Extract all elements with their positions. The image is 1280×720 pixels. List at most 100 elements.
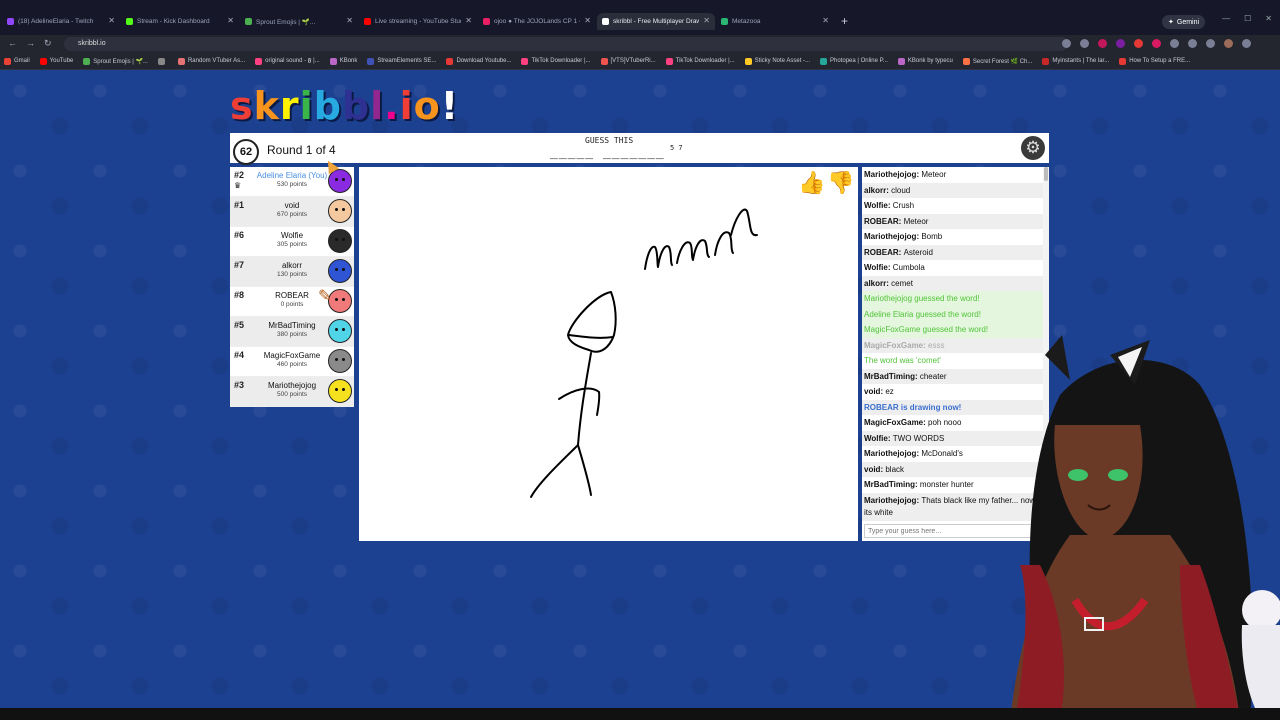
bookmark-item[interactable]: Photopea | Online P... xyxy=(820,57,888,65)
reload-icon[interactable]: ↻ xyxy=(44,38,52,49)
gemini-button[interactable]: ✦ Gemini xyxy=(1162,15,1206,29)
bookmark-label: Download Youtube... xyxy=(456,58,512,64)
bookmark-star-icon[interactable] xyxy=(1080,39,1089,48)
bookmark-item[interactable]: Sprout Emojis | 🌱... xyxy=(83,57,148,65)
browser-tab[interactable]: Live streaming - YouTube Studio ✕ xyxy=(359,13,477,30)
bookmark-item[interactable]: YouTube xyxy=(39,57,73,65)
player-row[interactable]: #8 ROBEAR 0 points xyxy=(230,287,354,317)
chat-username: Mariothejojog xyxy=(864,232,917,241)
bookmark-item[interactable]: TikTok Downloader |... xyxy=(521,57,591,65)
drawing-text-m2 xyxy=(676,239,710,264)
bookmark-favicon-icon xyxy=(665,57,673,65)
logo-letter: . xyxy=(384,84,400,128)
player-row[interactable]: #7 alkorr 130 points xyxy=(230,257,354,287)
bookmark-item[interactable]: Random VTuber As... xyxy=(177,57,245,65)
player-points: 530 points xyxy=(277,181,307,188)
player-row[interactable]: #6 Wolfie 305 points xyxy=(230,227,354,257)
tab-close-icon[interactable]: ✕ xyxy=(822,16,829,25)
chat-username: void xyxy=(864,387,881,396)
browser-tab[interactable]: skribbl - Free Multiplayer Draw ✕ xyxy=(597,13,715,30)
round-indicator: Round 1 of 4 xyxy=(267,143,336,157)
bookmark-favicon-icon xyxy=(446,57,454,65)
extension-icon[interactable] xyxy=(1152,39,1161,48)
player-row[interactable]: #2 Adeline Elaria (You) 530 points ♛ xyxy=(230,167,354,197)
bookmark-item[interactable] xyxy=(157,57,168,65)
tab-favicon-icon xyxy=(602,18,609,25)
tab-close-icon[interactable]: ✕ xyxy=(584,16,591,25)
browser-tab[interactable]: Sprout Emojis | 🌱... ✕ xyxy=(240,13,358,30)
browser-tab[interactable]: ojoo ● The JOJOLands CP 1 ● ✕ xyxy=(478,13,596,30)
bookmark-item[interactable]: How To Setup a FRE... xyxy=(1119,57,1190,65)
bookmark-favicon-icon xyxy=(177,57,185,65)
bookmark-item[interactable]: Myinstants | The lar... xyxy=(1042,57,1109,65)
drawing-strokes xyxy=(530,208,758,498)
player-row[interactable]: #3 Mariothejojog 500 points xyxy=(230,377,354,407)
search-icon[interactable] xyxy=(1062,39,1071,48)
new-tab-button[interactable]: + xyxy=(841,13,848,32)
close-window-icon[interactable]: ✕ xyxy=(1265,14,1272,23)
player-rank: #3 xyxy=(234,380,245,390)
bookmark-favicon-icon xyxy=(4,57,11,65)
chat-text: ez xyxy=(885,387,894,396)
tab-label: Metazooa xyxy=(732,18,761,25)
account-avatar-icon[interactable] xyxy=(1224,39,1233,48)
player-row[interactable]: #4 MagicFoxGame 460 points xyxy=(230,347,354,377)
thumbs-down-button[interactable]: 👎 xyxy=(827,170,854,196)
tab-close-icon[interactable]: ✕ xyxy=(346,16,353,25)
forward-icon[interactable]: → xyxy=(26,38,35,48)
skribbl-logo: skribbl.io! xyxy=(230,84,459,128)
bookmark-item[interactable]: Download Youtube... xyxy=(446,57,512,65)
logo-letter: ! xyxy=(440,84,460,128)
minimize-icon[interactable]: — xyxy=(1222,14,1230,23)
puzzle-icon[interactable] xyxy=(1170,39,1179,48)
extension-icon[interactable] xyxy=(1134,39,1143,48)
tab-close-icon[interactable]: ✕ xyxy=(108,16,115,25)
bookmark-item[interactable]: KBonk xyxy=(329,57,357,65)
chat-text: black xyxy=(885,464,905,474)
tab-close-icon[interactable]: ✕ xyxy=(227,16,234,25)
maximize-icon[interactable]: ☐ xyxy=(1244,14,1251,23)
player-row[interactable]: #5 MrBadTiming 380 points xyxy=(230,317,354,347)
bookmark-item[interactable]: TikTok Downloader |... xyxy=(665,57,735,65)
browser-tab[interactable]: (18) AdelineElaria - Twitch ✕ xyxy=(2,13,120,30)
player-rank: #4 xyxy=(234,350,245,360)
player-avatar xyxy=(328,319,352,343)
bookmark-item[interactable]: Sticky Note Asset -... xyxy=(744,57,810,65)
drawing-canvas[interactable] xyxy=(359,167,858,541)
player-avatar xyxy=(328,259,352,283)
bookmark-item[interactable]: KBonk by typecu xyxy=(897,57,953,65)
address-bar-row: ← → ↻ skribbl.io xyxy=(0,35,1280,53)
chat-username: ROBEAR xyxy=(864,216,899,226)
player-name: MagicFoxGame xyxy=(263,351,321,360)
thumbs-up-button[interactable]: 👍 xyxy=(798,170,825,196)
bookmark-label: StreamElements SE... xyxy=(377,58,437,64)
player-row[interactable]: #1 void 670 points xyxy=(230,197,354,227)
chat-scrollbar-thumb[interactable] xyxy=(1044,167,1048,181)
browser-tab[interactable]: Stream - Kick Dashboard ✕ xyxy=(121,13,239,30)
chat-message: Mariothejojog: Bomb xyxy=(862,229,1043,245)
back-icon[interactable]: ← xyxy=(8,38,17,48)
bookmark-item[interactable]: Gmail xyxy=(4,57,30,65)
browser-tab[interactable]: Metazooa ✕ xyxy=(716,13,834,30)
chat-message: Mariothejojog guessed the word! xyxy=(862,291,1043,307)
settings-button[interactable]: ⚙ xyxy=(1021,136,1045,160)
bookmark-item[interactable]: Secret Forest 🌿 Ch... xyxy=(962,57,1032,65)
chat-text: Bomb xyxy=(921,232,943,241)
bookmark-item[interactable]: StreamElements SE... xyxy=(367,57,437,65)
tab-close-icon[interactable]: ✕ xyxy=(703,16,710,25)
extension-icon[interactable] xyxy=(1098,39,1107,48)
chat-username: MrBadTiming xyxy=(864,371,915,381)
logo-letter: o xyxy=(413,84,441,128)
menu-icon[interactable] xyxy=(1242,39,1251,48)
chat-text: MagicFoxGame guessed the word! xyxy=(864,325,989,334)
tab-close-icon[interactable]: ✕ xyxy=(465,16,472,25)
bookmark-item[interactable]: [VTS]VTuberRi... xyxy=(600,57,656,65)
url-field[interactable]: skribbl.io xyxy=(64,37,1068,51)
sidepanel-icon[interactable] xyxy=(1188,39,1197,48)
chat-message: Wolfie: Cumbola xyxy=(862,260,1043,276)
bookmark-favicon-icon xyxy=(962,57,970,65)
extension-icon[interactable] xyxy=(1116,39,1125,48)
bookmark-favicon-icon xyxy=(39,57,47,65)
bookmark-item[interactable]: original sound - 𝕱 |... xyxy=(255,57,320,65)
download-icon[interactable] xyxy=(1206,39,1215,48)
